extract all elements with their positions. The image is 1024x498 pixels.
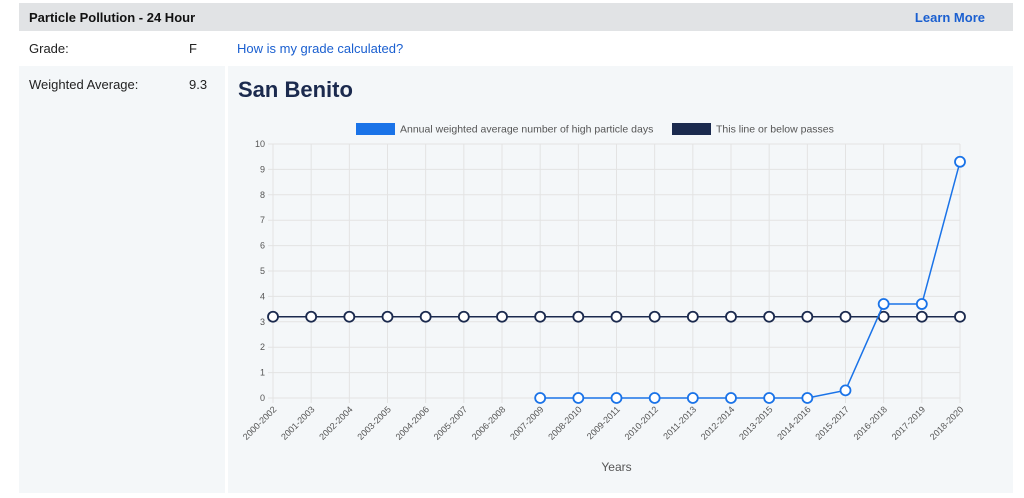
legend-label: This line or below passes: [716, 124, 834, 136]
x-tick-label: 2001-2003: [279, 404, 317, 442]
x-tick-label: 2002-2004: [317, 404, 355, 442]
x-tick-label: 2015-2017: [813, 404, 851, 442]
data-point: [725, 310, 737, 323]
section-title: Particle Pollution - 24 Hour: [29, 9, 196, 25]
data-point: [954, 310, 966, 323]
data-point: [572, 392, 585, 404]
data-point: [343, 310, 356, 323]
data-point: [457, 310, 470, 323]
data-point: [305, 310, 318, 323]
data-point: [686, 392, 699, 404]
line-chart: 0123456789102000-2002 2001-2003 2002-2004 2…: [241, 123, 966, 474]
y-tick-label: 5: [260, 266, 265, 276]
grade-row: Grade: F How is my grade calculated?: [19, 33, 1013, 63]
chart-legend: Annual weighted average number of high p…: [356, 123, 834, 136]
data-point: [648, 310, 661, 323]
x-axis-label: Years: [601, 460, 631, 474]
data-point: [915, 310, 928, 323]
y-tick-label: 9: [260, 164, 265, 174]
y-tick-label: 2: [260, 342, 265, 352]
data-point: [801, 392, 814, 404]
weighted-average-panel: Weighted Average: 9.3: [19, 66, 225, 493]
data-point: [648, 392, 661, 404]
y-tick-label: 8: [260, 190, 265, 200]
x-tick-label: 2013-2015: [737, 404, 775, 442]
y-tick-label: 1: [260, 368, 265, 378]
grade-value: F: [189, 41, 197, 56]
section-header: Particle Pollution - 24 Hour Learn More: [19, 3, 1013, 31]
data-point: [267, 310, 279, 323]
data-point: [763, 310, 776, 323]
chart-panel: San Benito 0 1 2 3 4 5 6 7 8 9 10 2000-2002 2001-200…: [228, 66, 1013, 493]
data-point: [839, 384, 852, 397]
y-tick-label: 0: [260, 393, 265, 403]
x-tick-label: 2012-2014: [699, 404, 737, 442]
x-tick-label: 2009-2011: [585, 404, 622, 441]
y-tick-label: 7: [260, 215, 265, 225]
data-point: [610, 310, 623, 323]
data-point: [877, 298, 890, 310]
weighted-average-value: 9.3: [189, 77, 208, 92]
data-point: [954, 155, 966, 168]
weighted-average-label: Weighted Average:: [29, 77, 139, 92]
data-point: [572, 310, 585, 323]
x-tick-label: 2016-2018: [852, 404, 890, 442]
x-tick-label: 2014-2016: [775, 404, 813, 442]
x-tick-label: 2006-2008: [470, 404, 508, 442]
x-tick-label: 2007-2009: [508, 404, 546, 442]
data-point: [763, 392, 776, 404]
y-tick-label: 3: [260, 317, 265, 327]
legend-label: Annual weighted average number of high p…: [400, 124, 653, 136]
x-tick-label: 2017-2019: [890, 404, 928, 442]
grade-label: Grade:: [29, 41, 69, 56]
y-tick-label: 6: [260, 241, 265, 251]
data-point: [534, 310, 547, 323]
legend-swatch: [356, 123, 395, 135]
x-tick-label: 2010-2012: [623, 404, 661, 442]
x-tick-label: 2000-2002: [241, 404, 279, 442]
data-point: [419, 310, 432, 323]
data-point: [686, 310, 699, 323]
learn-more-link[interactable]: Learn More: [915, 10, 985, 25]
data-point: [725, 392, 737, 404]
x-tick-label: 2011-2013: [661, 404, 698, 441]
x-tick-label: 2018-2020: [928, 404, 966, 442]
series-line: [540, 161, 961, 399]
data-point: [801, 310, 814, 323]
legend-swatch: [672, 123, 711, 135]
data-point: [839, 310, 852, 323]
data-point: [915, 298, 928, 310]
x-tick-label: 2003-2005: [355, 404, 393, 442]
y-tick-label: 10: [255, 139, 265, 149]
data-point: [381, 310, 394, 323]
x-tick-label: 2005-2007: [432, 404, 470, 442]
x-tick-label: 2004-2006: [394, 404, 432, 442]
grade-calculation-link[interactable]: How is my grade calculated?: [237, 41, 403, 56]
data-point: [610, 392, 623, 404]
chart-grid: [268, 143, 961, 403]
x-tick-label: 2008-2010: [546, 404, 584, 442]
data-point: [534, 392, 547, 404]
data-point: [496, 310, 508, 323]
y-tick-label: 4: [260, 291, 265, 301]
